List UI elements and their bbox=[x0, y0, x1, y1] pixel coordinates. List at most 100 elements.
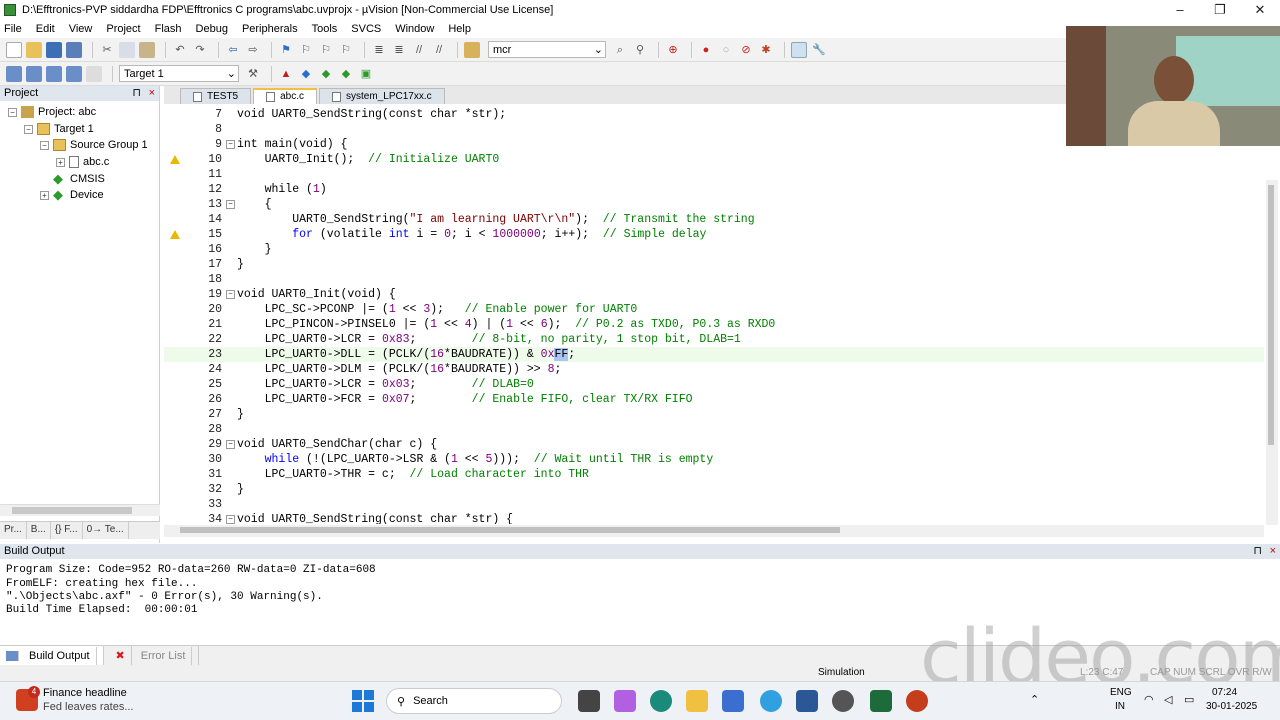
tree-item-project[interactable]: − Project: abc bbox=[8, 104, 96, 120]
menu-edit[interactable]: Edit bbox=[36, 23, 55, 35]
scroll-thumb[interactable] bbox=[12, 507, 132, 514]
news-subtitle[interactable]: Fed leaves rates... bbox=[43, 701, 134, 713]
code-line[interactable]: 30 while (!(LPC_UART0->LSR & (1 << 5)));… bbox=[164, 452, 1264, 467]
pin-icon[interactable]: ⊓ bbox=[132, 86, 141, 101]
fold-toggle-icon[interactable]: − bbox=[226, 440, 235, 449]
build-icon[interactable] bbox=[26, 65, 42, 82]
language-indicator[interactable]: ENG bbox=[1110, 687, 1132, 698]
taskbar-search[interactable]: ⚲ Search bbox=[386, 688, 562, 714]
menu-peripherals[interactable]: Peripherals bbox=[242, 23, 298, 35]
code-line[interactable]: 16 } bbox=[164, 242, 1264, 257]
code-line[interactable]: 12 while (1) bbox=[164, 182, 1264, 197]
code-line[interactable]: 27} bbox=[164, 407, 1264, 422]
windows-start-icon[interactable] bbox=[352, 690, 374, 712]
cut-icon[interactable]: ✂ bbox=[99, 42, 115, 58]
code-line[interactable]: 13− { bbox=[164, 197, 1264, 212]
code-line[interactable]: 26 LPC_UART0->FCR = 0x07; // Enable FIFO… bbox=[164, 392, 1264, 407]
warning-icon[interactable] bbox=[170, 230, 180, 239]
code-line[interactable]: 32} bbox=[164, 482, 1264, 497]
nav-back-icon[interactable]: ⇦ bbox=[225, 42, 241, 58]
menu-flash[interactable]: Flash bbox=[155, 23, 182, 35]
menu-window[interactable]: Window bbox=[395, 23, 434, 35]
tab-functions[interactable]: {} F... bbox=[51, 522, 83, 539]
undo-icon[interactable]: ↶ bbox=[172, 42, 188, 58]
save-all-icon[interactable] bbox=[66, 41, 82, 58]
code-line[interactable]: 15 for (volatile int i = 0; i < 1000000;… bbox=[164, 227, 1264, 242]
tab-system-lpc17xx[interactable]: system_LPC17xx.c bbox=[319, 88, 445, 104]
target-options-icon[interactable]: ⚒ bbox=[245, 66, 261, 82]
close-panel-icon[interactable]: × bbox=[149, 86, 155, 101]
menu-file[interactable]: File bbox=[4, 23, 22, 35]
kill-breakpoints-icon[interactable]: ⊘ bbox=[738, 42, 754, 58]
menu-project[interactable]: Project bbox=[106, 23, 140, 35]
word-icon[interactable] bbox=[796, 690, 818, 712]
region-indicator[interactable]: IN bbox=[1115, 701, 1125, 712]
translate-icon[interactable] bbox=[6, 65, 22, 82]
find-icon[interactable]: ⌕ bbox=[612, 42, 628, 58]
tab-templates[interactable]: 0→ Te... bbox=[83, 522, 129, 539]
code-line[interactable]: 29− void UART0_SendChar(char c) { bbox=[164, 437, 1264, 452]
select-packs-icon[interactable]: ◆ bbox=[298, 66, 314, 82]
disable-breakpoint-icon[interactable]: ○ bbox=[718, 42, 734, 58]
collapse-icon[interactable]: − bbox=[8, 107, 17, 117]
rebuild-icon[interactable] bbox=[46, 65, 62, 82]
prev-bookmark-icon[interactable]: ⚐ bbox=[298, 42, 314, 58]
uvision-taskbar-icon[interactable] bbox=[870, 690, 892, 712]
battery-icon[interactable]: ▭ bbox=[1184, 693, 1194, 706]
menu-debug[interactable]: Debug bbox=[196, 23, 228, 35]
file-explorer-icon[interactable] bbox=[686, 690, 708, 712]
component-icon[interactable]: ▣ bbox=[358, 66, 374, 82]
tab-build-output[interactable]: Build Output bbox=[0, 646, 104, 665]
settings-icon[interactable] bbox=[832, 690, 854, 712]
news-title[interactable]: Finance headline bbox=[43, 687, 127, 699]
tree-item-cmsis[interactable]: ◆ CMSIS bbox=[53, 171, 105, 187]
tree-item-target[interactable]: − Target 1 bbox=[24, 121, 94, 137]
collapse-icon[interactable]: − bbox=[24, 124, 33, 134]
paste-icon[interactable] bbox=[139, 41, 155, 58]
code-line[interactable]: 22 LPC_UART0->LCR = 0x83; // 8-bit, no p… bbox=[164, 332, 1264, 347]
tree-item-abc-c[interactable]: + abc.c bbox=[56, 154, 109, 170]
fold-toggle-icon[interactable]: − bbox=[226, 290, 235, 299]
fold-toggle-icon[interactable]: − bbox=[226, 140, 235, 149]
powerpoint-icon[interactable] bbox=[906, 690, 928, 712]
code-line[interactable]: 28 bbox=[164, 422, 1264, 437]
batch-build-icon[interactable] bbox=[66, 65, 82, 82]
bookmark-icon[interactable]: ⚑ bbox=[278, 42, 294, 58]
clock-time[interactable]: 07:24 bbox=[1212, 687, 1237, 698]
menu-svcs[interactable]: SVCS bbox=[351, 23, 381, 35]
store-icon[interactable] bbox=[722, 690, 744, 712]
project-hscroll[interactable] bbox=[0, 504, 160, 516]
menu-help[interactable]: Help bbox=[448, 23, 471, 35]
new-file-icon[interactable] bbox=[6, 41, 22, 58]
open-file-icon[interactable] bbox=[26, 41, 42, 58]
close-panel-icon[interactable]: × bbox=[1270, 544, 1276, 559]
fold-toggle-icon[interactable]: − bbox=[226, 515, 235, 524]
code-line[interactable]: 31 LPC_UART0->THR = c; // Load character… bbox=[164, 467, 1264, 482]
task-view-icon[interactable] bbox=[578, 690, 600, 712]
wifi-icon[interactable]: ◠ bbox=[1144, 693, 1154, 706]
tab-test5[interactable]: TEST5 bbox=[180, 88, 252, 104]
expand-icon[interactable]: + bbox=[40, 190, 49, 200]
fold-toggle-icon[interactable]: − bbox=[226, 200, 235, 209]
code-line[interactable]: 19− void UART0_Init(void) { bbox=[164, 287, 1264, 302]
tree-item-device[interactable]: + ◆ Device bbox=[40, 187, 104, 203]
warning-icon[interactable] bbox=[170, 155, 180, 164]
wrench-icon[interactable]: 🔧 bbox=[811, 42, 827, 58]
find-combo[interactable]: mcr ⌄ bbox=[488, 41, 606, 58]
breakpoint-icon[interactable]: ● bbox=[698, 42, 714, 58]
pack-installer-icon[interactable]: ◆ bbox=[338, 66, 354, 82]
configure-icon[interactable]: ✱ bbox=[758, 42, 774, 58]
code-line[interactable]: 33 bbox=[164, 497, 1264, 512]
expand-icon[interactable]: + bbox=[56, 157, 65, 167]
pin-icon[interactable]: ⊓ bbox=[1253, 544, 1262, 559]
redo-icon[interactable]: ↷ bbox=[192, 42, 208, 58]
stop-build-icon[interactable] bbox=[86, 65, 102, 82]
close-window-button[interactable]: ✕ bbox=[1240, 0, 1280, 20]
chevron-up-icon[interactable]: ⌃ bbox=[1030, 693, 1039, 706]
comment-icon[interactable]: // bbox=[411, 42, 427, 58]
maximize-button[interactable]: ❐ bbox=[1200, 0, 1240, 20]
minimize-button[interactable]: – bbox=[1160, 0, 1200, 20]
tab-project[interactable]: Pr... bbox=[0, 522, 27, 539]
code-line[interactable]: 11 bbox=[164, 167, 1264, 182]
code-line[interactable]: 23 LPC_UART0->DLL = (PCLK/(16*BAUDRATE))… bbox=[164, 347, 1264, 362]
